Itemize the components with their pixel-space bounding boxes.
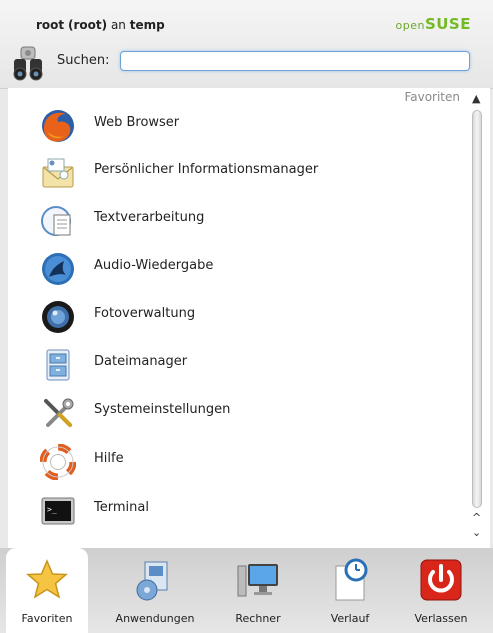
list-item-file-manager[interactable]: Dateimanager [8, 341, 464, 387]
search-label: Suchen: [57, 53, 110, 68]
kontact-icon [42, 158, 74, 188]
scrollbar-thumb[interactable] [472, 110, 482, 508]
user-info: root (root) an temp [36, 18, 165, 32]
file-manager-icon [46, 349, 70, 381]
item-label: Fotoverwaltung [94, 306, 196, 321]
amarok-icon [42, 253, 74, 285]
word-processor-icon [41, 206, 71, 236]
tab-label: Verlauf [330, 612, 370, 625]
terminal-icon: >_ [41, 497, 75, 525]
power-icon [420, 559, 462, 601]
item-label: Persönlicher Informationsmanager [94, 162, 319, 177]
item-label: Hilfe [94, 451, 124, 466]
user-login: (root) [67, 18, 108, 32]
list-item-audio-player[interactable]: Audio-Wiedergabe [8, 245, 464, 291]
host-name: temp [129, 18, 165, 32]
user-name: root [36, 18, 65, 32]
digikam-icon [42, 301, 74, 333]
favorites-list: Favoriten Web Browser Persönlicher Infor… [8, 88, 490, 548]
item-label: Systemeinstellungen [94, 402, 231, 417]
tab-bar: Favoriten Anwendungen Rechner Verlauf Ve… [0, 548, 493, 633]
history-icon [335, 558, 368, 601]
computer-icon [237, 564, 278, 597]
opensuse-logo: openSUSE [396, 15, 472, 33]
brand-bold: SUSE [424, 15, 471, 33]
list-item-personal-information-manager[interactable]: Persönlicher Informationsmanager [8, 149, 464, 195]
launcher-header: root (root) an temp openSUSE Suchen: [0, 0, 493, 89]
user-connector: an [110, 18, 126, 32]
item-label: Dateimanager [94, 354, 188, 369]
tab-label: Rechner [235, 612, 281, 625]
lifebuoy-icon [40, 444, 76, 480]
svg-text:>_: >_ [47, 505, 57, 514]
brand-light: open [395, 19, 425, 32]
star-icon [26, 559, 68, 599]
list-item-help[interactable]: Hilfe [8, 438, 464, 484]
tab-verlassen[interactable]: Verlassen [397, 548, 485, 633]
applications-icon [136, 561, 168, 601]
item-label: Textverarbeitung [94, 210, 205, 225]
tab-label: Verlassen [414, 612, 468, 625]
search-input[interactable] [120, 51, 470, 71]
tab-label: Anwendungen [115, 612, 195, 625]
list-item-web-browser[interactable]: Web Browser [8, 102, 464, 148]
binoculars-icon [13, 46, 43, 81]
kickoff-launcher: root (root) an temp openSUSE Suchen: Fav… [0, 0, 493, 633]
firefox-icon [42, 110, 74, 142]
tab-verlauf[interactable]: Verlauf [310, 548, 390, 633]
item-label: Web Browser [94, 115, 180, 130]
list-item-system-settings[interactable]: Systemeinstellungen [8, 389, 464, 435]
list-item-word-processor[interactable]: Textverarbeitung [8, 197, 464, 243]
tools-icon [44, 398, 74, 427]
tab-rechner[interactable]: Rechner [213, 548, 303, 633]
scroll-chevron-up-icon[interactable]: ^ [472, 511, 481, 524]
tab-favoriten[interactable]: Favoriten [6, 548, 88, 633]
tab-label: Favoriten [21, 612, 73, 625]
item-label: Audio-Wiedergabe [94, 258, 214, 273]
scroll-down-icon[interactable]: ⌄ [472, 526, 481, 539]
list-item-photo-manager[interactable]: Fotoverwaltung [8, 293, 464, 339]
scroll-up-icon[interactable]: ▲ [472, 92, 480, 105]
item-label: Terminal [94, 500, 149, 515]
tab-anwendungen[interactable]: Anwendungen [100, 548, 210, 633]
list-item-terminal[interactable]: >_ Terminal [8, 487, 464, 533]
